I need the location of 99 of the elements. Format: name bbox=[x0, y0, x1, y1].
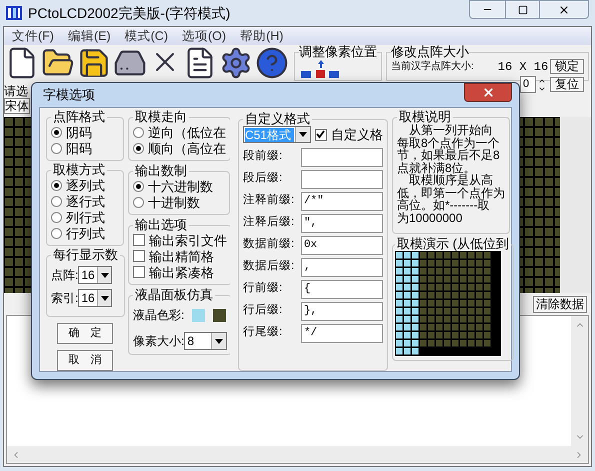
input-field[interactable]: }, bbox=[300, 302, 383, 320]
font-field[interactable]: 宋体 bbox=[4, 98, 30, 114]
horizontal-scrollbar[interactable] bbox=[7, 446, 588, 463]
pixel-size-label: 像素大小: bbox=[133, 333, 184, 350]
dropdown[interactable]: 8 bbox=[184, 332, 228, 350]
field-label: 段后缀: bbox=[242, 170, 284, 186]
radio-button[interactable] bbox=[51, 196, 62, 206]
dialog-close-button[interactable] bbox=[464, 83, 512, 102]
close-icon bbox=[558, 4, 570, 16]
field-label: 段前缀: bbox=[242, 148, 284, 164]
checkbox[interactable] bbox=[133, 234, 145, 246]
color-swatch[interactable] bbox=[192, 308, 206, 322]
radio-button[interactable] bbox=[133, 196, 144, 208]
radio-button[interactable] bbox=[133, 180, 144, 192]
menu-item[interactable]: 帮助(H) bbox=[240, 26, 284, 46]
field-label: 行前缀: bbox=[242, 280, 284, 296]
lock-button[interactable]: 锁定 bbox=[550, 59, 584, 74]
field-label: 索引: bbox=[51, 290, 78, 307]
field-label: 行后缀: bbox=[242, 302, 284, 318]
field-label: 行尾缀: bbox=[242, 325, 284, 340]
radio-label: 逐列式 bbox=[66, 178, 105, 192]
checkbox[interactable] bbox=[133, 250, 145, 262]
radio-label: 阳码 bbox=[66, 140, 92, 156]
checkbox-label: 自定义格 bbox=[330, 127, 383, 142]
input-field[interactable]: */ bbox=[300, 324, 383, 342]
group-title: 输出数制 bbox=[134, 164, 188, 178]
menu-item[interactable]: 文件(F) bbox=[12, 26, 54, 46]
checkbox-label: 输出精简格 bbox=[149, 248, 214, 264]
font-select-label: 请选 bbox=[4, 84, 28, 98]
field-label: 注释后缀: bbox=[242, 214, 296, 230]
spinner-field[interactable]: 0 bbox=[520, 76, 536, 93]
field-label: 注释前缀: bbox=[242, 192, 296, 208]
dropdown-arrow-icon bbox=[298, 132, 307, 137]
radio-label: 十六进制数 bbox=[148, 178, 213, 194]
field-label: 数据后缀: bbox=[242, 258, 296, 274]
dropdown[interactable]: 16 bbox=[78, 266, 112, 284]
radio-label: 阴码 bbox=[66, 124, 92, 140]
group-title: 修改点阵大小 bbox=[391, 45, 469, 59]
matrix-size-caption: 当前汉字点阵大小: bbox=[391, 61, 474, 72]
radio-label: 列行式 bbox=[66, 210, 105, 224]
dropdown-arrow-icon bbox=[100, 296, 109, 300]
dialog-title: 字模选项 bbox=[42, 86, 95, 104]
radio-button[interactable] bbox=[51, 228, 62, 238]
group-title: 取模走向 bbox=[134, 110, 188, 124]
menu-item[interactable]: 编辑(E) bbox=[68, 26, 111, 46]
group-title: 输出选项 bbox=[134, 218, 188, 232]
group-title: 调整像素位置 bbox=[299, 45, 377, 59]
maximize-icon bbox=[518, 4, 528, 14]
reset-button[interactable]: 复位 bbox=[550, 77, 584, 92]
clear-data-button[interactable]: 清除数据 bbox=[533, 296, 587, 312]
lcd-color-label: 液晶色彩: bbox=[133, 307, 184, 324]
radio-label: 行列式 bbox=[66, 226, 105, 240]
dialog-button[interactable]: 确 定 bbox=[57, 323, 113, 344]
group-title: 取模演示 (从低位到 bbox=[396, 237, 510, 251]
group-title: 取模方式 bbox=[52, 163, 106, 177]
description-text: 从第一列开始向 每取8个点作为一个 节，如果最后不足8 点就补满8位。 取模顺序是从高 低，即第一个点作为 高位。如*-------取 为10000000 bbox=[397, 124, 505, 224]
radio-label: 逐行式 bbox=[66, 194, 105, 208]
radio-button[interactable] bbox=[51, 212, 62, 222]
group-title: 自定义格式 bbox=[244, 112, 311, 126]
close-icon bbox=[482, 86, 494, 99]
dialog-button[interactable]: 取 消 bbox=[57, 350, 113, 371]
maximize-button[interactable] bbox=[506, 0, 539, 19]
group-title: 液晶面板仿真 bbox=[134, 288, 214, 302]
help-icon[interactable] bbox=[255, 46, 289, 80]
input-field[interactable]: , bbox=[300, 258, 383, 276]
checkbox-label: 输出紧凑格 bbox=[149, 264, 214, 280]
input-field[interactable]: ", bbox=[300, 214, 383, 232]
radio-button[interactable] bbox=[51, 126, 62, 138]
radio-label: 逆向（低位在 bbox=[148, 124, 226, 140]
menu-item[interactable]: 模式(C) bbox=[124, 26, 168, 46]
check-icon bbox=[316, 130, 326, 139]
radio-button[interactable] bbox=[51, 180, 62, 190]
checkbox[interactable] bbox=[133, 266, 145, 278]
app-icon bbox=[6, 6, 22, 20]
dropdown-arrow-icon bbox=[215, 338, 224, 344]
matrix-size-value: 16 X 16 bbox=[498, 60, 548, 72]
group-title: 每行显示数 bbox=[52, 248, 119, 262]
radio-label: 顺向（高位在 bbox=[148, 140, 226, 156]
input-field[interactable]: 0x bbox=[300, 236, 383, 254]
dropdown-arrow-icon bbox=[100, 272, 109, 278]
radio-label: 十进制数 bbox=[148, 194, 200, 210]
dropdown[interactable]: 16 bbox=[78, 289, 112, 307]
radio-button[interactable] bbox=[133, 126, 144, 138]
menu-item[interactable]: 选项(O) bbox=[182, 26, 226, 46]
input-field[interactable] bbox=[300, 148, 383, 166]
input-field[interactable]: /*" bbox=[300, 192, 383, 210]
input-field[interactable] bbox=[300, 170, 383, 188]
checkbox[interactable] bbox=[314, 128, 327, 140]
window-title: PCtoLCD2002完美版-(字符模式) bbox=[28, 4, 230, 23]
group-title: 取模说明 bbox=[398, 110, 452, 124]
vertical-scrollbar[interactable] bbox=[571, 316, 588, 446]
color-swatch[interactable] bbox=[213, 308, 226, 322]
field-label: 数据前缀: bbox=[242, 236, 296, 252]
group-title: 点阵格式 bbox=[52, 110, 106, 124]
input-field[interactable]: { bbox=[300, 280, 383, 298]
radio-button[interactable] bbox=[51, 142, 62, 154]
field-label: 点阵: bbox=[51, 267, 78, 284]
checkbox-label: 输出索引文件 bbox=[149, 232, 227, 248]
radio-button[interactable] bbox=[133, 142, 144, 154]
